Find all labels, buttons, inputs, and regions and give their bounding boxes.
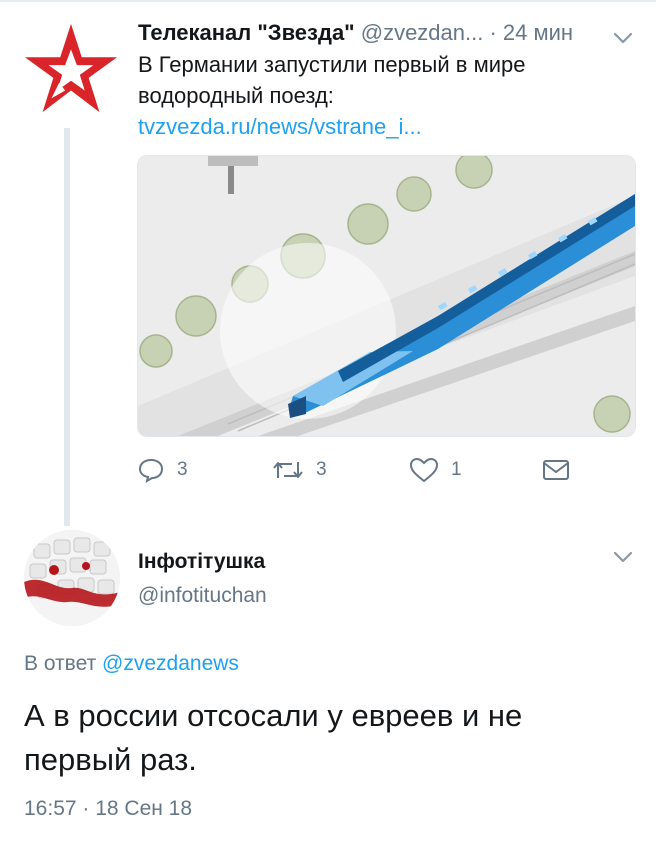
top-divider	[0, 0, 656, 2]
reply-context: В ответ @zvezdanews	[24, 652, 239, 676]
retweet-button[interactable]: 3	[272, 452, 327, 488]
like-count: 1	[451, 459, 462, 480]
reply-button[interactable]: 3	[137, 452, 188, 488]
avatar[interactable]	[24, 530, 120, 626]
like-icon	[409, 457, 439, 483]
author-name[interactable]: Інфотітушка	[138, 550, 265, 574]
tweet-text: В Германии запустили первый в мире водор…	[138, 49, 608, 142]
author-handle[interactable]: @infotituchan	[138, 584, 267, 608]
reply-count: 3	[177, 459, 188, 480]
reply-to-handle[interactable]: @zvezdanews	[102, 652, 239, 675]
reply-icon	[138, 458, 164, 484]
dm-icon	[543, 460, 569, 480]
reply-prefix: В ответ	[24, 652, 103, 675]
tweet-media-image[interactable]	[137, 155, 636, 437]
thread-line	[64, 128, 70, 526]
tweet-timestamp[interactable]: 16:57 · 18 Сен 18	[24, 797, 192, 821]
author-name[interactable]: Телеканал "Звезда"	[138, 20, 355, 45]
author-handle[interactable]: @zvezdan...	[361, 20, 484, 45]
tweet-actions: 3 3 1	[137, 452, 577, 488]
retweet-icon	[273, 462, 303, 478]
dm-button[interactable]	[541, 452, 571, 488]
chevron-down-icon[interactable]	[612, 30, 634, 46]
chevron-down-icon[interactable]	[612, 549, 634, 565]
retweet-count: 3	[316, 459, 327, 480]
zvezda-logo	[24, 23, 118, 113]
tweet-text-plain: В Германии запустили первый в мире водор…	[138, 52, 526, 108]
like-button[interactable]: 1	[409, 452, 462, 488]
tweet-link[interactable]: tvzvezda.ru/news/vstrane_i...	[138, 114, 422, 139]
tweet-header: Телеканал "Звезда" @zvezdan... · 24 мин	[138, 18, 608, 48]
train-illustration	[138, 156, 635, 436]
zvezda-logo-avatar[interactable]	[22, 20, 120, 118]
tweet-time[interactable]: · 24 мин	[489, 20, 573, 45]
avatar-image	[24, 530, 120, 626]
tweet-text: А в россии отсосали у евреев и не первый…	[24, 698, 523, 777]
